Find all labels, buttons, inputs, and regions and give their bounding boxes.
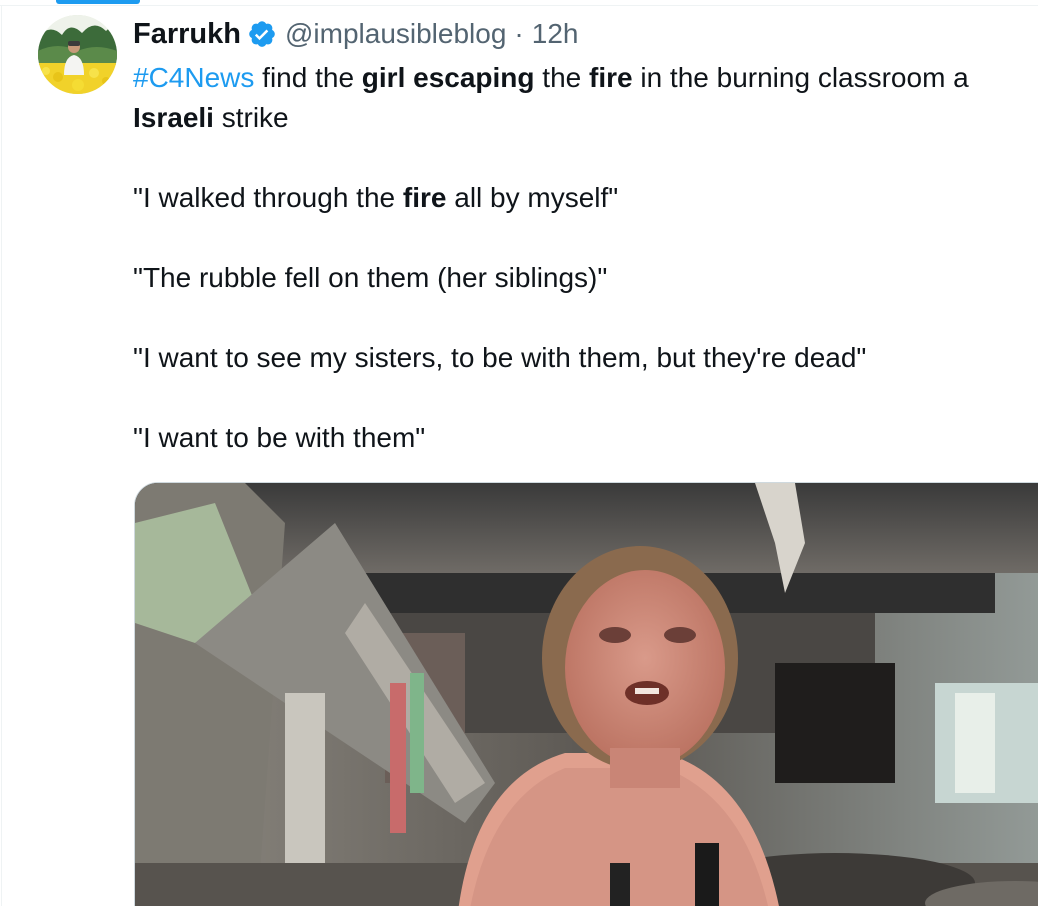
top-divider <box>0 5 1038 6</box>
text-segment: the <box>534 62 589 93</box>
text-segment-bold: fire <box>589 62 633 93</box>
display-name[interactable]: Farrukh <box>133 14 241 54</box>
text-segment-bold: girl escaping <box>361 62 535 93</box>
hashtag-link[interactable]: #C4News <box>133 62 254 93</box>
text-segment: strike <box>213 102 289 133</box>
tweet-media[interactable] <box>134 482 1038 906</box>
tweet-text: #C4News find the girl escaping the fire … <box>133 58 1038 458</box>
tweet-line-5: "I want to see my sisters, to be with th… <box>133 338 1038 378</box>
text-segment: "I want to be with them" <box>133 422 426 453</box>
tweet-header: Farrukh @implausibleblog · 12h <box>133 14 578 54</box>
top-tab-indicator <box>56 0 140 4</box>
text-segment: "I walked through the <box>133 182 403 213</box>
separator-dot: · <box>514 18 524 49</box>
avatar[interactable] <box>38 15 117 94</box>
left-divider <box>1 6 2 906</box>
tweet-line-2: Israeli strike <box>133 98 1038 138</box>
text-segment: in the burning classroom a <box>632 62 969 93</box>
avatar-photo-icon <box>38 15 117 94</box>
text-segment-bold: Israeli <box>133 102 214 133</box>
video-thumbnail-icon <box>135 483 1038 906</box>
tweet-page: Farrukh @implausibleblog · 12h #C4News f… <box>0 0 1038 906</box>
text-segment: find the <box>254 62 362 93</box>
user-handle[interactable]: @implausibleblog <box>285 14 506 54</box>
tweet-line-3: "I walked through the fire all by myself… <box>133 178 1038 218</box>
text-segment: "I want to see my sisters, to be with th… <box>133 342 867 373</box>
text-segment: "The rubble fell on them (her siblings)" <box>133 262 608 293</box>
timestamp[interactable]: 12h <box>532 14 579 54</box>
text-segment-bold: fire <box>402 182 447 213</box>
tweet-line-4: "The rubble fell on them (her siblings)" <box>133 258 1038 298</box>
tweet-line-6: "I want to be with them" <box>133 418 1038 458</box>
tweet-line-1: #C4News find the girl escaping the fire … <box>133 58 1038 98</box>
verified-badge-icon[interactable] <box>247 19 277 49</box>
text-segment: all by myself" <box>446 182 619 213</box>
